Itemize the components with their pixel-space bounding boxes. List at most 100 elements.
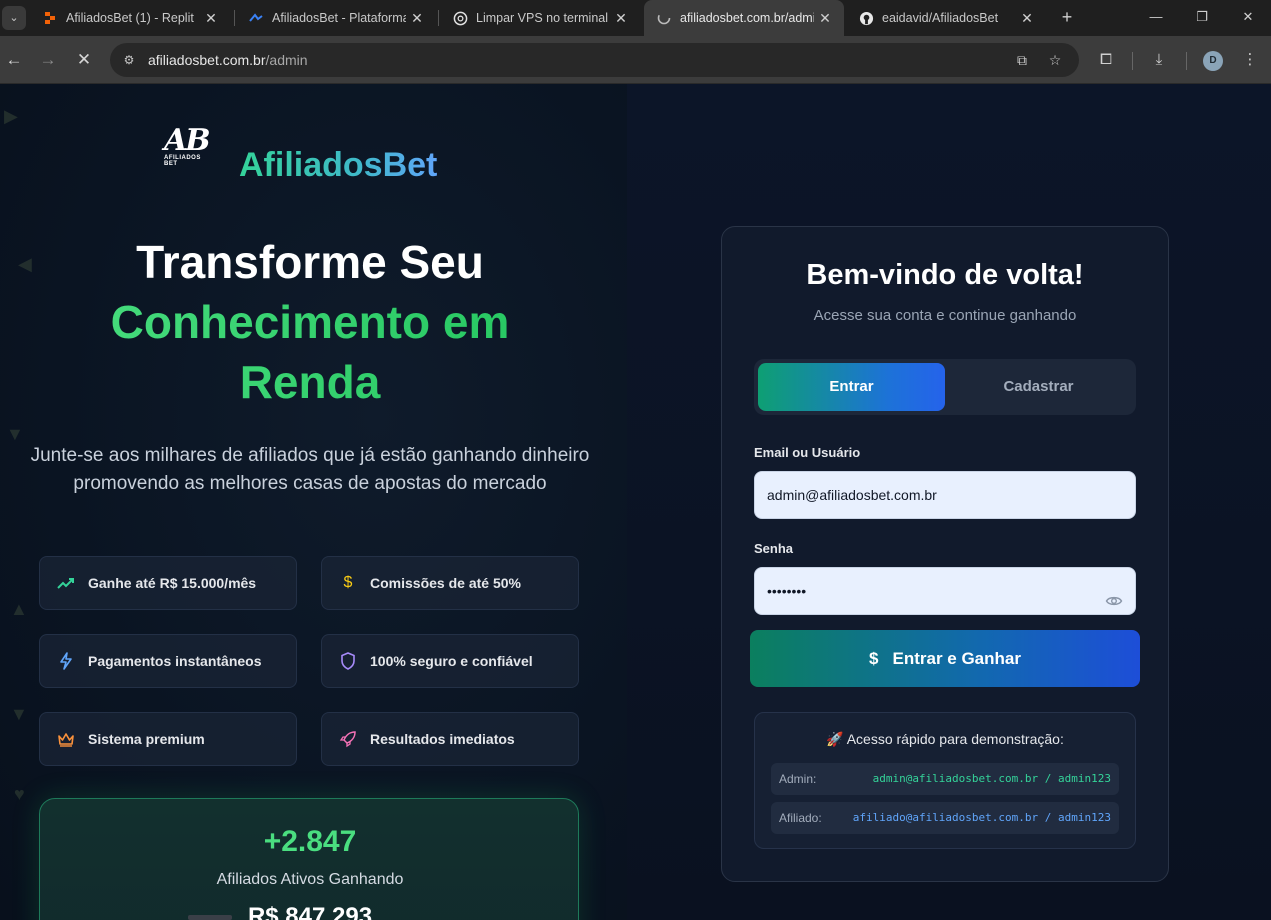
restore-button[interactable]: ❐ <box>1188 4 1216 30</box>
browser-tab-bar: ⌄ AfiliadosBet (1) - Replit ✕ AfiliadosB… <box>0 0 1271 36</box>
feature-label: Sistema premium <box>88 731 205 747</box>
dollar-icon: $ <box>343 574 353 591</box>
tab-login[interactable]: Entrar <box>758 363 945 411</box>
feature-security: 100% seguro e confiável <box>321 634 579 688</box>
tab-title: eaidavid/AfiliadosBet <box>882 11 999 25</box>
eye-icon[interactable] <box>1105 582 1123 606</box>
password-field[interactable]: •••••••• <box>754 567 1136 615</box>
menu-kebab-icon[interactable]: ⋮ <box>1240 50 1260 70</box>
tab-chatgpt[interactable]: Limpar VPS no terminal ✕ <box>440 0 640 36</box>
submit-label: Entrar e Ganhar <box>892 648 1021 668</box>
tab-title: afiliadosbet.com.br/admi <box>680 11 814 25</box>
toolbar-divider <box>1186 52 1187 70</box>
logo-monogram: AB <box>164 123 211 158</box>
download-icon[interactable]: ⤓ <box>1149 50 1169 70</box>
email-field[interactable]: admin@afiliadosbet.com.br <box>754 471 1136 519</box>
openai-favicon-icon <box>452 10 468 26</box>
feature-payments: Pagamentos instantâneos <box>39 634 297 688</box>
tab-separator <box>234 10 235 26</box>
hero-section: ▶ ◀ ▼ ▲ ▼ ♥ AB AFILIADOS BET AfiliadosBe… <box>0 84 627 920</box>
feature-earnings: Ganhe até R$ 15.000/mês <box>39 556 297 610</box>
install-app-icon[interactable]: ⧉ <box>1013 51 1031 69</box>
headline-line-1: Transforme Seu <box>136 236 484 288</box>
tab-github[interactable]: eaidavid/AfiliadosBet ✕ <box>846 0 1046 36</box>
horizontal-scrollbar[interactable] <box>188 915 232 920</box>
demo-affiliate-row[interactable]: Afiliado: afiliado@afiliadosbet.com.br /… <box>771 802 1119 834</box>
tab-register[interactable]: Cadastrar <box>945 363 1132 411</box>
url-path: /admin <box>265 52 308 68</box>
close-tab-icon[interactable]: ✕ <box>610 10 632 27</box>
demo-affiliate-key: Afiliado: <box>779 811 822 825</box>
stats-card: +2.847 Afiliados Ativos Ganhando R$ 847.… <box>39 798 579 920</box>
tab-search-button[interactable]: ⌄ <box>2 6 26 30</box>
email-label: Email ou Usuário <box>754 445 861 460</box>
demo-title: 🚀 Acesso rápido para demonstração: <box>826 731 1064 747</box>
demo-affiliate-value: afiliado@afiliadosbet.com.br / admin123 <box>852 811 1111 824</box>
demo-admin-value: admin@afiliadosbet.com.br / admin123 <box>872 772 1111 785</box>
close-tab-icon[interactable]: ✕ <box>406 10 428 27</box>
login-card: Bem-vindo de volta! Acesse sua conta e c… <box>721 226 1169 882</box>
dollar-icon: $ <box>869 648 879 668</box>
feature-premium: Sistema premium <box>39 712 297 766</box>
demo-credentials-box: 🚀 Acesso rápido para demonstração: Admin… <box>754 712 1136 849</box>
hero-subtext: Junte-se aos milhares de afiliados que j… <box>30 445 590 494</box>
tab-plataforma[interactable]: AfiliadosBet - Plataforma ✕ <box>236 0 436 36</box>
feature-label: Ganhe até R$ 15.000/mês <box>88 575 257 591</box>
browser-toolbar: ← → ✕ ⚙ afiliadosbet.com.br/admin ⧉ ☆ ⧠ … <box>0 36 1271 84</box>
tab-replit[interactable]: AfiliadosBet (1) - Replit ✕ <box>30 0 230 36</box>
headline-line-3: Renda <box>20 352 600 412</box>
tab-separator <box>438 10 439 26</box>
close-window-button[interactable]: ✕ <box>1234 4 1262 30</box>
background-decor-icon: ▶ <box>4 106 18 126</box>
github-favicon-icon <box>858 10 874 26</box>
close-tab-icon[interactable]: ✕ <box>814 10 836 27</box>
feature-commission: $ Comissões de até 50% <box>321 556 579 610</box>
shield-icon <box>338 651 358 671</box>
profile-avatar[interactable]: D <box>1203 51 1223 71</box>
trending-up-icon <box>56 573 76 593</box>
url-text[interactable]: afiliadosbet.com.br/admin <box>148 52 308 68</box>
login-title: Bem-vindo de volta! <box>806 259 1084 291</box>
background-decor-icon: ♥ <box>14 784 25 804</box>
back-button[interactable]: ← <box>2 48 26 72</box>
background-decor-icon: ▲ <box>10 599 28 619</box>
hero-headline: Transforme Seu Conhecimento em Renda <box>20 232 600 412</box>
feature-label: Comissões de até 50% <box>370 575 521 591</box>
close-tab-icon[interactable]: ✕ <box>1016 10 1038 27</box>
replit-favicon-icon <box>42 10 58 26</box>
feature-label: 100% seguro e confiável <box>370 653 533 669</box>
feature-label: Resultados imediatos <box>370 731 515 747</box>
affiliates-label: Afiliados Ativos Ganhando <box>216 871 404 888</box>
site-favicon-icon <box>248 10 264 26</box>
close-tab-icon[interactable]: ✕ <box>200 10 222 27</box>
rocket-icon <box>338 729 358 749</box>
address-bar[interactable]: ⚙ afiliadosbet.com.br/admin ⧉ ☆ <box>110 43 1079 77</box>
demo-admin-row[interactable]: Admin: admin@afiliadosbet.com.br / admin… <box>771 763 1119 795</box>
password-label: Senha <box>754 541 794 556</box>
extensions-icon[interactable]: ⧠ <box>1096 50 1116 70</box>
url-domain: afiliadosbet.com.br <box>148 52 266 68</box>
minimize-button[interactable]: — <box>1142 4 1170 30</box>
toolbar-divider <box>1132 52 1133 70</box>
brand-logo: AB AFILIADOS BET <box>164 123 216 168</box>
forward-button[interactable]: → <box>36 48 60 72</box>
bookmark-star-icon[interactable]: ☆ <box>1046 51 1064 69</box>
loading-favicon-icon <box>656 10 672 26</box>
auth-tabs: Entrar Cadastrar <box>754 359 1136 415</box>
site-info-icon[interactable]: ⚙ <box>120 51 138 69</box>
tab-admin-active[interactable]: afiliadosbet.com.br/admi ✕ <box>644 0 844 36</box>
password-value: •••••••• <box>767 583 807 599</box>
revenue-value: R$ 847.293 <box>247 903 373 920</box>
feature-results: Resultados imediatos <box>321 712 579 766</box>
background-decor-icon: ▼ <box>10 704 28 724</box>
stop-loading-button[interactable]: ✕ <box>72 48 96 72</box>
login-section: Bem-vindo de volta! Acesse sua conta e c… <box>627 84 1271 920</box>
tab-title: AfiliadosBet (1) - Replit <box>66 11 194 25</box>
crown-icon <box>56 729 76 749</box>
background-decor-icon: ▼ <box>6 424 24 444</box>
new-tab-button[interactable]: + <box>1056 6 1078 28</box>
login-submit-button[interactable]: $ Entrar e Ganhar <box>750 630 1140 687</box>
affiliates-count: +2.847 <box>263 825 357 858</box>
brand-name: AfiliadosBet <box>239 146 438 184</box>
demo-admin-key: Admin: <box>779 772 817 786</box>
